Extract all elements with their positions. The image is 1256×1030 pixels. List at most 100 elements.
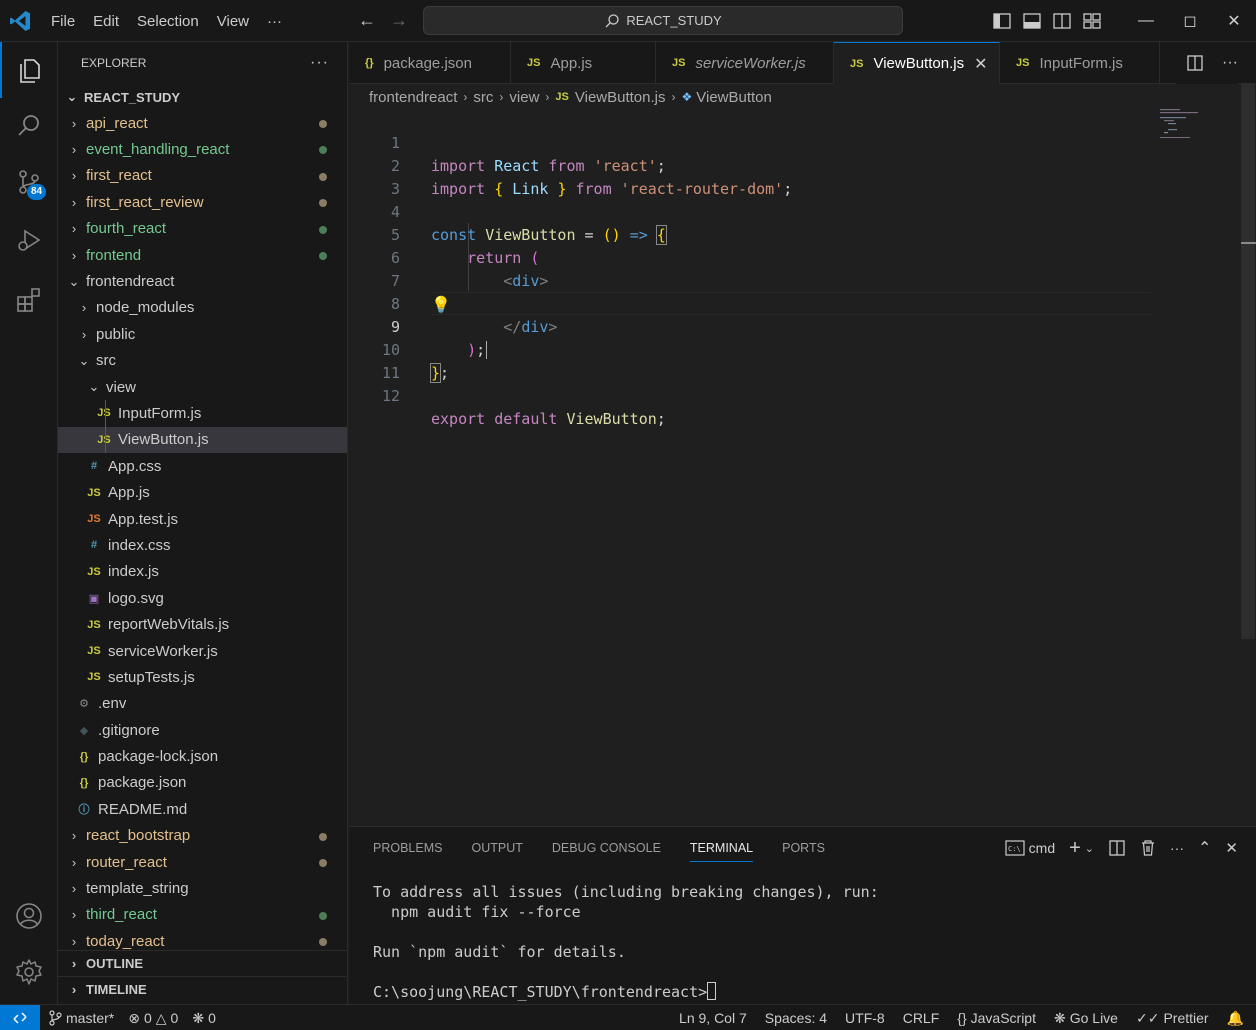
ports-status[interactable]: ❋ 0 bbox=[192, 1010, 216, 1027]
explorer-activity[interactable] bbox=[0, 42, 58, 98]
command-center-search[interactable]: REACT_STUDY bbox=[423, 6, 903, 35]
toggle-secondary-sidebar-icon[interactable] bbox=[1052, 11, 1072, 31]
file-item[interactable]: # App.css bbox=[58, 453, 347, 479]
indentation[interactable]: Spaces: 4 bbox=[765, 1010, 827, 1026]
maximize-panel-icon[interactable]: ⌃ bbox=[1198, 838, 1211, 858]
split-terminal-icon[interactable] bbox=[1108, 839, 1126, 857]
file-item[interactable]: ⚙ .env bbox=[58, 691, 347, 717]
breadcrumb-file[interactable]: ViewButton.js bbox=[575, 89, 666, 106]
run-debug-activity[interactable] bbox=[0, 212, 58, 268]
timeline-section[interactable]: › TIMELINE bbox=[58, 976, 347, 1002]
go-live-status[interactable]: ❋ Go Live bbox=[1054, 1010, 1118, 1027]
file-item[interactable]: # index.css bbox=[58, 532, 347, 558]
minimap[interactable] bbox=[1160, 108, 1204, 138]
file-item[interactable]: JS index.js bbox=[58, 559, 347, 585]
file-item[interactable]: JS reportWebVitals.js bbox=[58, 611, 347, 637]
more-actions-icon[interactable]: ··· bbox=[310, 54, 329, 72]
problems-status[interactable]: ⊗ 0 △ 0 bbox=[128, 1010, 178, 1027]
file-item[interactable]: JS App.test.js bbox=[58, 506, 347, 532]
accounts-activity[interactable] bbox=[0, 888, 58, 944]
menu-selection[interactable]: Selection bbox=[128, 13, 208, 30]
folder-item[interactable]: ⌄ frontendreact bbox=[58, 268, 347, 294]
file-item[interactable]: {} package.json bbox=[58, 770, 347, 796]
source-control-activity[interactable]: 84 bbox=[0, 154, 58, 210]
chevron-down-icon[interactable]: ⌄ bbox=[1085, 842, 1094, 855]
folder-item[interactable]: ⌄ view bbox=[58, 374, 347, 400]
file-item[interactable]: JS InputForm.js bbox=[58, 400, 347, 426]
workspace-root[interactable]: ⌄ REACT_STUDY bbox=[58, 84, 347, 110]
toggle-primary-sidebar-icon[interactable] bbox=[992, 11, 1012, 31]
menu-file[interactable]: File bbox=[42, 13, 84, 30]
folder-item[interactable]: › fourth_react bbox=[58, 216, 347, 242]
editor-scrollbar[interactable] bbox=[1241, 84, 1255, 639]
file-item[interactable]: JS serviceWorker.js bbox=[58, 638, 347, 664]
breadcrumb-folder[interactable]: view bbox=[509, 89, 539, 106]
tab-serviceworker-js[interactable]: JS serviceWorker.js bbox=[656, 42, 834, 84]
extensions-activity[interactable] bbox=[0, 272, 58, 328]
file-item[interactable]: {} package-lock.json bbox=[58, 743, 347, 769]
line-ending[interactable]: CRLF bbox=[903, 1010, 940, 1026]
split-editor-icon[interactable] bbox=[1186, 54, 1204, 72]
trash-icon[interactable] bbox=[1140, 839, 1156, 857]
folder-item[interactable]: › frontend bbox=[58, 242, 347, 268]
close-tab-icon[interactable]: ✕ bbox=[974, 54, 987, 74]
close-window-button[interactable]: ✕ bbox=[1212, 0, 1256, 42]
minimize-button[interactable]: — bbox=[1124, 0, 1168, 42]
folder-item[interactable]: › router_react bbox=[58, 849, 347, 875]
breadcrumb-folder[interactable]: frontendreact bbox=[369, 89, 457, 106]
language-mode[interactable]: {} JavaScript bbox=[957, 1010, 1036, 1026]
toggle-panel-icon[interactable] bbox=[1022, 11, 1042, 31]
outline-section[interactable]: › OUTLINE bbox=[58, 950, 347, 976]
tab-inputform-js[interactable]: JS InputForm.js bbox=[1000, 42, 1160, 84]
file-item[interactable]: ⓘ README.md bbox=[58, 796, 347, 822]
cursor-position[interactable]: Ln 9, Col 7 bbox=[679, 1010, 747, 1026]
folder-item[interactable]: › react_bootstrap bbox=[58, 823, 347, 849]
file-item[interactable]: ◆ .gitignore bbox=[58, 717, 347, 743]
forward-arrow-icon[interactable]: → bbox=[388, 10, 410, 31]
new-terminal-icon[interactable]: + bbox=[1069, 837, 1081, 860]
search-activity[interactable] bbox=[0, 98, 58, 154]
folder-item[interactable]: › first_react_review bbox=[58, 189, 347, 215]
folder-item[interactable]: › template_string bbox=[58, 875, 347, 901]
close-panel-icon[interactable]: ✕ bbox=[1225, 839, 1238, 857]
more-actions-icon[interactable]: ··· bbox=[1222, 54, 1238, 72]
notifications-bell-icon[interactable]: 🔔 bbox=[1227, 1010, 1244, 1027]
menu-edit[interactable]: Edit bbox=[84, 13, 128, 30]
tab-viewbutton-js[interactable]: JS ViewButton.js ✕ bbox=[834, 42, 1000, 84]
panel-tab-output[interactable]: OUTPUT bbox=[471, 827, 522, 869]
customize-layout-icon[interactable] bbox=[1082, 11, 1102, 31]
file-item[interactable]: JS App.js bbox=[58, 479, 347, 505]
panel-tab-ports[interactable]: PORTS bbox=[782, 827, 825, 869]
menu-view[interactable]: View bbox=[208, 13, 258, 30]
prettier-status[interactable]: ✓✓ Prettier bbox=[1136, 1010, 1209, 1027]
file-item[interactable]: ▣ logo.svg bbox=[58, 585, 347, 611]
lightbulb-icon[interactable]: 💡 bbox=[431, 293, 451, 316]
file-item[interactable]: JS ViewButton.js bbox=[58, 426, 347, 454]
more-actions-icon[interactable]: ··· bbox=[1170, 840, 1184, 856]
manage-activity[interactable] bbox=[0, 944, 58, 1000]
back-arrow-icon[interactable]: ← bbox=[356, 10, 378, 31]
terminal-shell-selector[interactable]: C:\ cmd bbox=[1005, 840, 1055, 856]
panel-tab-debug-console[interactable]: DEBUG CONSOLE bbox=[552, 827, 661, 869]
maximize-button[interactable]: ◻ bbox=[1168, 0, 1212, 42]
terminal-output[interactable]: To address all issues (including breakin… bbox=[373, 882, 879, 1002]
branch-status[interactable]: master* bbox=[48, 1010, 114, 1026]
folder-item[interactable]: › public bbox=[58, 321, 347, 347]
folder-item[interactable]: › third_react bbox=[58, 902, 347, 928]
menu-more[interactable]: ··· bbox=[258, 13, 291, 30]
tab-app-js[interactable]: JS App.js bbox=[511, 42, 656, 84]
tab-package-json[interactable]: {} package.json bbox=[349, 42, 511, 84]
panel-tab-terminal[interactable]: TERMINAL bbox=[689, 827, 754, 869]
folder-item[interactable]: ⌄ src bbox=[58, 348, 347, 374]
breadcrumb-folder[interactable]: src bbox=[473, 89, 493, 106]
folder-item[interactable]: › api_react bbox=[58, 110, 347, 136]
folder-item[interactable]: › event_handling_react bbox=[58, 136, 347, 162]
remote-indicator[interactable] bbox=[0, 1005, 40, 1030]
folder-item[interactable]: › node_modules bbox=[58, 295, 347, 321]
panel-tab-problems[interactable]: PROBLEMS bbox=[373, 827, 442, 869]
file-item[interactable]: JS setupTests.js bbox=[58, 664, 347, 690]
code-editor[interactable]: 1 import React from 'react'; 2 import { … bbox=[349, 108, 1239, 828]
breadcrumb-symbol[interactable]: ViewButton bbox=[696, 89, 772, 106]
folder-item[interactable]: › first_react bbox=[58, 163, 347, 189]
encoding[interactable]: UTF-8 bbox=[845, 1010, 885, 1026]
